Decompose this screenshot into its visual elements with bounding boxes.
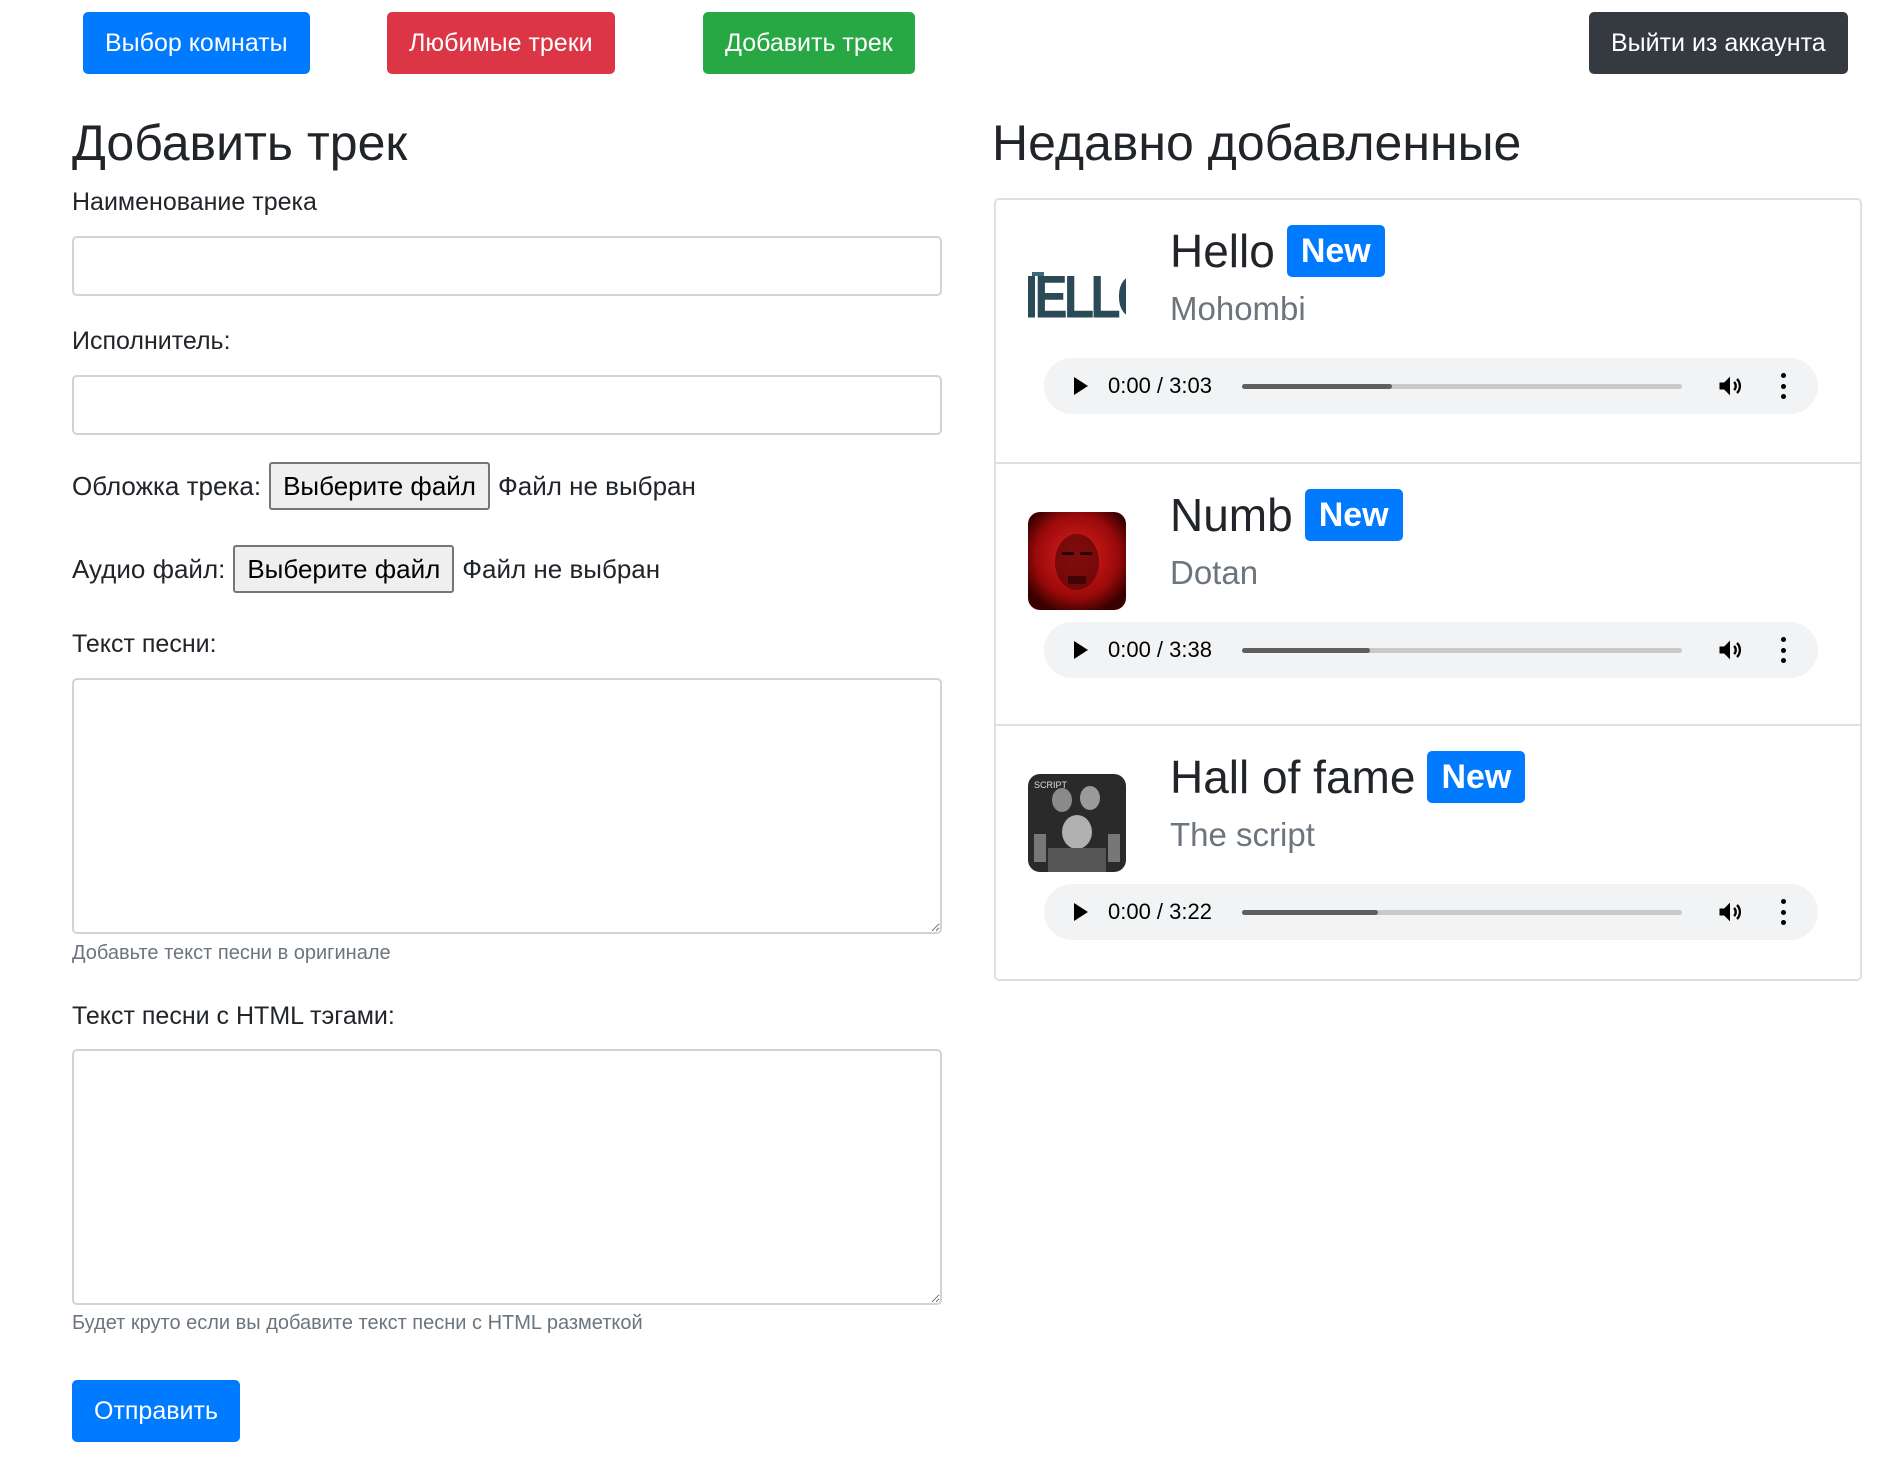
track-artist: Dotan <box>1170 554 1259 591</box>
lyrics-help-text: Добавьте текст песни в оригинале <box>72 942 391 964</box>
form-heading: Добавить трек <box>72 115 408 171</box>
play-icon[interactable] <box>1074 641 1088 659</box>
audio-file-button[interactable]: Выберите файл <box>233 545 455 593</box>
volume-icon[interactable] <box>1716 898 1744 926</box>
lyrics-html-help-text: Будет круто если вы добавите текст песни… <box>72 1312 643 1334</box>
lyrics-html-textarea[interactable] <box>72 1049 942 1305</box>
audio-file-row: Аудио файл: Выберите файл Файл не выбран <box>72 545 660 593</box>
list-item: Numb New Dotan 0:00 / 3:38 <box>996 462 1860 724</box>
more-options-icon[interactable] <box>1778 373 1788 399</box>
new-badge: New <box>1304 489 1403 541</box>
track-artist: The script <box>1170 816 1315 853</box>
new-badge: New <box>1427 751 1526 803</box>
room-select-button[interactable]: Выбор комнаты <box>83 12 310 74</box>
track-title: Numb <box>1170 489 1293 541</box>
audio-time: 0:00 / 3:38 <box>1108 637 1212 662</box>
audio-file-status: Файл не выбран <box>462 553 661 584</box>
track-artist: Mohombi <box>1170 290 1306 327</box>
logout-button[interactable]: Выйти из аккаунта <box>1589 12 1848 74</box>
audio-player: 0:00 / 3:03 <box>1044 358 1818 414</box>
svg-text:SCRIPT: SCRIPT <box>1034 780 1068 790</box>
lyrics-html-label: Текст песни с HTML тэгами: <box>72 1002 395 1030</box>
cover-label: Обложка трека: <box>72 470 262 501</box>
artist-label: Исполнитель: <box>72 327 231 355</box>
track-cover-image: SCRIPT <box>1028 774 1126 872</box>
volume-icon[interactable] <box>1716 372 1744 400</box>
track-title-row: Hall of fame New <box>1170 750 1526 804</box>
track-cover-image <box>1028 512 1126 610</box>
track-cover-image: HELLO <box>1028 248 1126 346</box>
audio-progress-bar[interactable] <box>1242 647 1682 653</box>
recent-heading: Недавно добавленные <box>992 115 1522 171</box>
list-item: SCRIPT Hall of fame New The script 0:00 … <box>996 724 1860 986</box>
audio-progress-fill <box>1242 647 1370 653</box>
audio-player: 0:00 / 3:22 <box>1044 884 1818 940</box>
add-track-nav-button[interactable]: Добавить трек <box>703 12 915 74</box>
play-icon[interactable] <box>1074 377 1088 395</box>
audio-progress-bar[interactable] <box>1242 383 1682 389</box>
list-item: HELLO Hello New Mohombi 0:00 / 3:03 <box>996 200 1860 462</box>
new-badge: New <box>1286 225 1385 277</box>
recent-tracks-list: HELLO Hello New Mohombi 0:00 / 3:03 <box>994 198 1862 981</box>
audio-time: 0:00 / 3:03 <box>1108 373 1212 398</box>
track-name-input[interactable] <box>72 236 942 296</box>
audio-progress-fill <box>1242 383 1392 389</box>
audio-progress-bar[interactable] <box>1242 909 1682 915</box>
play-icon[interactable] <box>1074 903 1088 921</box>
lyrics-label: Текст песни: <box>72 630 217 658</box>
audio-time: 0:00 / 3:22 <box>1108 899 1212 924</box>
cover-file-status: Файл не выбран <box>497 470 696 501</box>
volume-icon[interactable] <box>1716 636 1744 664</box>
more-options-icon[interactable] <box>1778 899 1788 925</box>
track-title: Hello <box>1170 225 1275 277</box>
cover-file-button[interactable]: Выберите файл <box>269 462 490 510</box>
track-name-label: Наименование трека <box>72 188 317 216</box>
cover-file-row: Обложка трека: Выберите файл Файл не выб… <box>72 462 696 510</box>
audio-player: 0:00 / 3:38 <box>1044 622 1818 678</box>
favorite-tracks-button[interactable]: Любимые треки <box>387 12 615 74</box>
track-title-row: Hello New <box>1170 224 1385 278</box>
track-title-row: Numb New <box>1170 488 1403 542</box>
submit-button[interactable]: Отправить <box>72 1380 240 1442</box>
audio-progress-fill <box>1242 909 1379 915</box>
lyrics-textarea[interactable] <box>72 678 942 934</box>
track-title: Hall of fame <box>1170 751 1416 803</box>
audio-label: Аудио файл: <box>72 553 226 584</box>
artist-input[interactable] <box>72 375 942 435</box>
more-options-icon[interactable] <box>1778 637 1788 663</box>
